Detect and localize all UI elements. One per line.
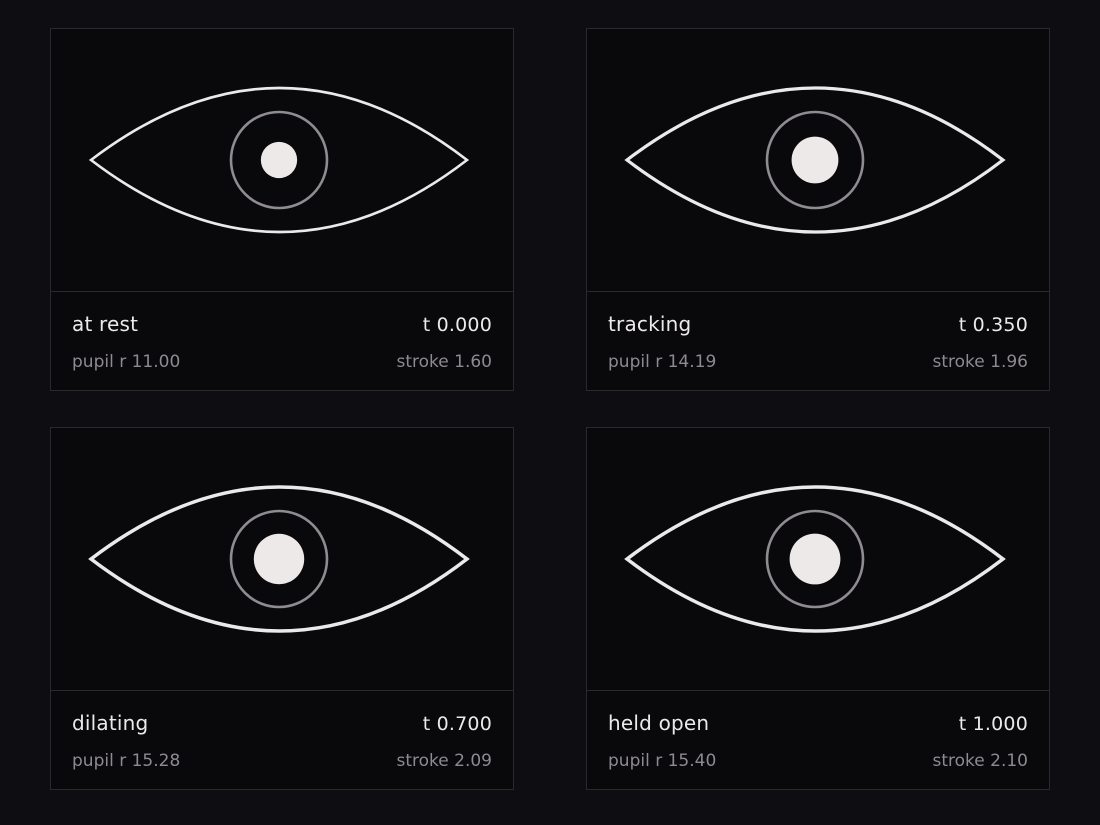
pupil [789,533,841,585]
eye-caption: dilating t 0.700 pupil r 15.28 stroke 2.… [51,690,513,789]
state-name: dilating [72,711,149,735]
eye-icon [88,485,470,633]
state-name: tracking [608,312,692,336]
pupil-radius: pupil r 14.19 [608,352,717,372]
eye-card-held-open: held open t 1.000 pupil r 15.40 stroke 2… [586,427,1050,790]
pupil-radius: pupil r 15.40 [608,751,717,771]
eye-caption: at rest t 0.000 pupil r 11.00 stroke 1.6… [51,291,513,390]
time-value: t 0.350 [958,314,1028,336]
stroke-width: stroke 1.96 [932,352,1029,372]
eye-card-dilating: dilating t 0.700 pupil r 15.28 stroke 2.… [50,427,514,790]
eye-card-tracking: tracking t 0.350 pupil r 14.19 stroke 1.… [586,28,1050,391]
stroke-width: stroke 2.09 [396,751,493,771]
eye-caption: held open t 1.000 pupil r 15.40 stroke 2… [587,690,1049,789]
time-value: t 0.700 [422,713,492,735]
eye-stage [51,428,513,690]
state-name: at rest [72,312,139,336]
pupil [253,533,305,585]
eye-stage [587,29,1049,291]
pupil-radius: pupil r 11.00 [72,352,181,372]
pupil-radius: pupil r 15.28 [72,751,181,771]
time-value: t 0.000 [422,314,492,336]
stroke-width: stroke 2.10 [932,751,1029,771]
eye-stage [51,29,513,291]
eye-icon [88,86,470,234]
eye-card-at-rest: at rest t 0.000 pupil r 11.00 stroke 1.6… [50,28,514,391]
time-value: t 1.000 [958,713,1028,735]
state-name: held open [608,711,710,735]
stroke-width: stroke 1.60 [396,352,493,372]
pupil [791,136,839,184]
eye-states-grid: at rest t 0.000 pupil r 11.00 stroke 1.6… [50,28,1052,792]
eye-icon [624,485,1006,633]
pupil [260,141,298,179]
eye-caption: tracking t 0.350 pupil r 14.19 stroke 1.… [587,291,1049,390]
eye-stage [587,428,1049,690]
eye-icon [624,86,1006,234]
